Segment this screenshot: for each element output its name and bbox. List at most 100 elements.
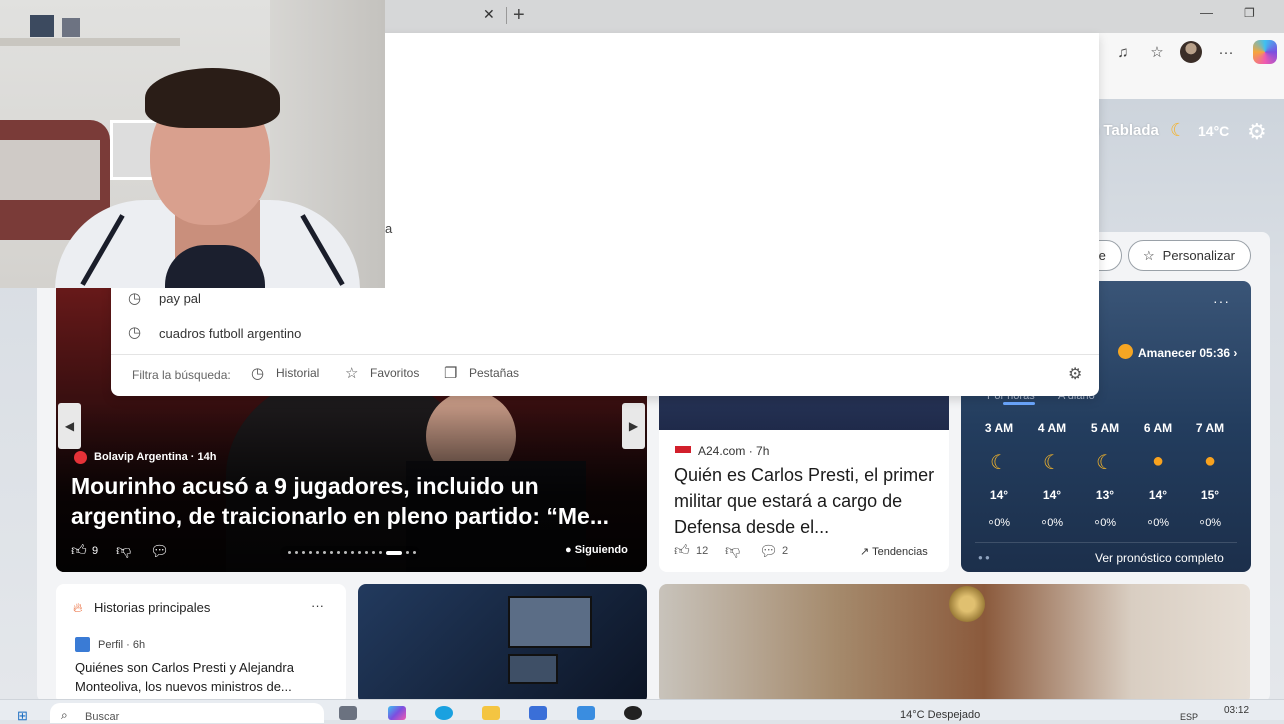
app-icon[interactable] [577,706,595,720]
story-headline[interactable]: Quiénes son Carlos Presti y Alejandra Mo… [75,658,337,696]
settings-gear-icon[interactable]: ⚙ [1247,119,1267,145]
like-icon[interactable]: 👍︎ [674,542,690,560]
news-card-source[interactable]: A24.com · 7h [698,444,769,458]
history-icon: ◷ [128,324,142,341]
hour-temp: 15° [1200,488,1220,502]
top-stories-title[interactable]: Historias principales [94,600,210,615]
carousel-dots[interactable] [280,546,420,560]
weather-menu-button[interactable]: ··· [1213,293,1230,309]
sun-icon: ● [1151,450,1165,472]
read-aloud-icon[interactable]: ♫ [1112,42,1134,64]
following-badge[interactable]: ● Siguiendo [565,544,628,556]
weather-divider [975,542,1237,543]
bolavip-logo-icon [74,451,87,464]
like-icon[interactable]: 👍︎ [71,542,87,560]
filter-tabs-button[interactable]: Pestañas [469,366,519,380]
tab-close-icon[interactable]: ✕ [483,6,497,24]
news-card-like-count: 12 [696,545,709,557]
trends-link[interactable]: ↗ Tendencias [860,545,928,558]
flame-icon: 🔥︎ [73,600,83,615]
hour-temp: 14° [989,488,1009,502]
temperature-label[interactable]: 14°C [1198,123,1229,139]
restore-button[interactable]: ❐ [1244,6,1262,26]
hour-label: 5 AM [1090,421,1120,435]
hour-precip: ⸰0% [987,517,1011,529]
a24-logo-icon [675,446,691,453]
copilot-icon[interactable] [1253,40,1277,64]
profile-avatar[interactable] [1180,41,1202,63]
windows-start-icon[interactable]: ⊞ [17,708,28,724]
hour-label: 4 AM [1037,421,1067,435]
hour-precip: ⸰0% [1146,517,1170,529]
taskbar-clock[interactable]: 03:12 [1224,705,1249,716]
minimize-button[interactable]: — [1200,5,1218,25]
sun-icon: ● [1203,450,1217,472]
comment-icon[interactable]: 💬︎ [150,542,169,560]
filter-favorites-button[interactable]: Favoritos [370,366,419,380]
taskbar-search-text: Buscar [85,711,120,723]
carousel-prev-button[interactable]: ◀ [58,403,81,449]
trending-icon: ↗ [860,546,873,558]
check-circle-icon: ● [565,544,575,556]
search-icon: ⌕ [61,708,68,722]
news-card-title[interactable]: Quién es Carlos Presti, el primer milita… [674,462,936,540]
hero-like-count: 9 [92,545,99,557]
language-indicator[interactable]: ESP [1180,712,1198,722]
following-label: Siguiendo [574,544,628,556]
tab-separator [506,7,507,24]
edge-taskbar-icon[interactable] [435,706,453,720]
dislike-icon[interactable]: 👎︎ [725,542,740,560]
hour-temp: 13° [1095,488,1115,502]
moon-icon: ☾ [1096,452,1114,474]
hour-precip: ⸰0% [1093,517,1117,529]
active-tab-indicator [1003,402,1035,405]
full-forecast-link[interactable]: Ver pronóstico completo [1095,551,1224,565]
favorites-icon[interactable]: ☆ [1146,42,1168,64]
perfil-logo-icon [75,637,90,652]
moon-icon: ☾ [1170,120,1187,140]
news-card-comment-count: 2 [782,545,789,557]
moon-icon: ☾ [990,452,1008,474]
filter-label: Filtra la búsqueda: [132,368,231,382]
suggestion-item[interactable]: pay pal [159,291,201,306]
tabs-icon: ❐ [444,365,458,382]
filter-history-button[interactable]: Historial [276,366,319,380]
story-source[interactable]: Perfil · 6h [98,639,145,651]
sunrise-link[interactable]: Amanecer 05:36 › [1138,346,1237,360]
app-icon[interactable] [624,706,642,720]
new-tab-button[interactable]: + [513,4,531,26]
suggestions-settings-icon[interactable]: ⚙ [1068,364,1082,384]
hour-label: 6 AM [1143,421,1173,435]
star-icon: ☆ [345,365,359,382]
news-card-image-studio[interactable] [358,584,647,704]
task-view-icon[interactable] [339,706,357,720]
customize-button[interactable]: ☆ Personalizar [1128,240,1251,271]
location-label[interactable]: n Tablada [1090,122,1159,139]
suggestion-item[interactable]: cuadros futboll argentino [159,326,301,341]
hour-label: 3 AM [984,421,1014,435]
carousel-next-button[interactable]: ▶ [622,403,645,449]
suggestions-divider [111,354,1099,355]
hour-precip: ⸰0% [1198,517,1222,529]
history-icon: ◷ [251,365,265,382]
copilot-taskbar-icon[interactable] [388,706,406,720]
news-card-image-closeup[interactable] [659,584,1250,704]
moon-icon: ☾ [1043,452,1061,474]
hero-source[interactable]: Bolavip Argentina · 14h [94,451,216,463]
customize-star-icon: ☆ [1143,248,1155,263]
sunrise-label: Amanecer 05:36 [1138,346,1231,360]
taskbar-weather[interactable]: 14°C Despejado [900,709,980,721]
dislike-icon[interactable]: 👎︎ [116,542,131,560]
hero-title[interactable]: Mourinho acusó a 9 jugadores, incluido u… [71,471,631,531]
file-explorer-icon[interactable] [482,706,500,720]
store-icon[interactable] [529,706,547,720]
trends-label: Tendencias [872,546,928,558]
hour-precip: ⸰0% [1040,517,1064,529]
more-icon[interactable]: ··· [1215,42,1237,64]
hour-temp: 14° [1148,488,1168,502]
sunrise-icon [1118,344,1133,359]
top-stories-more-button[interactable]: ··· [311,598,324,613]
comment-icon[interactable]: 💬︎ [759,542,778,560]
suggestion-cutoff-text[interactable]: a [385,221,392,236]
weather-page-dots[interactable]: ● ● [978,553,990,562]
